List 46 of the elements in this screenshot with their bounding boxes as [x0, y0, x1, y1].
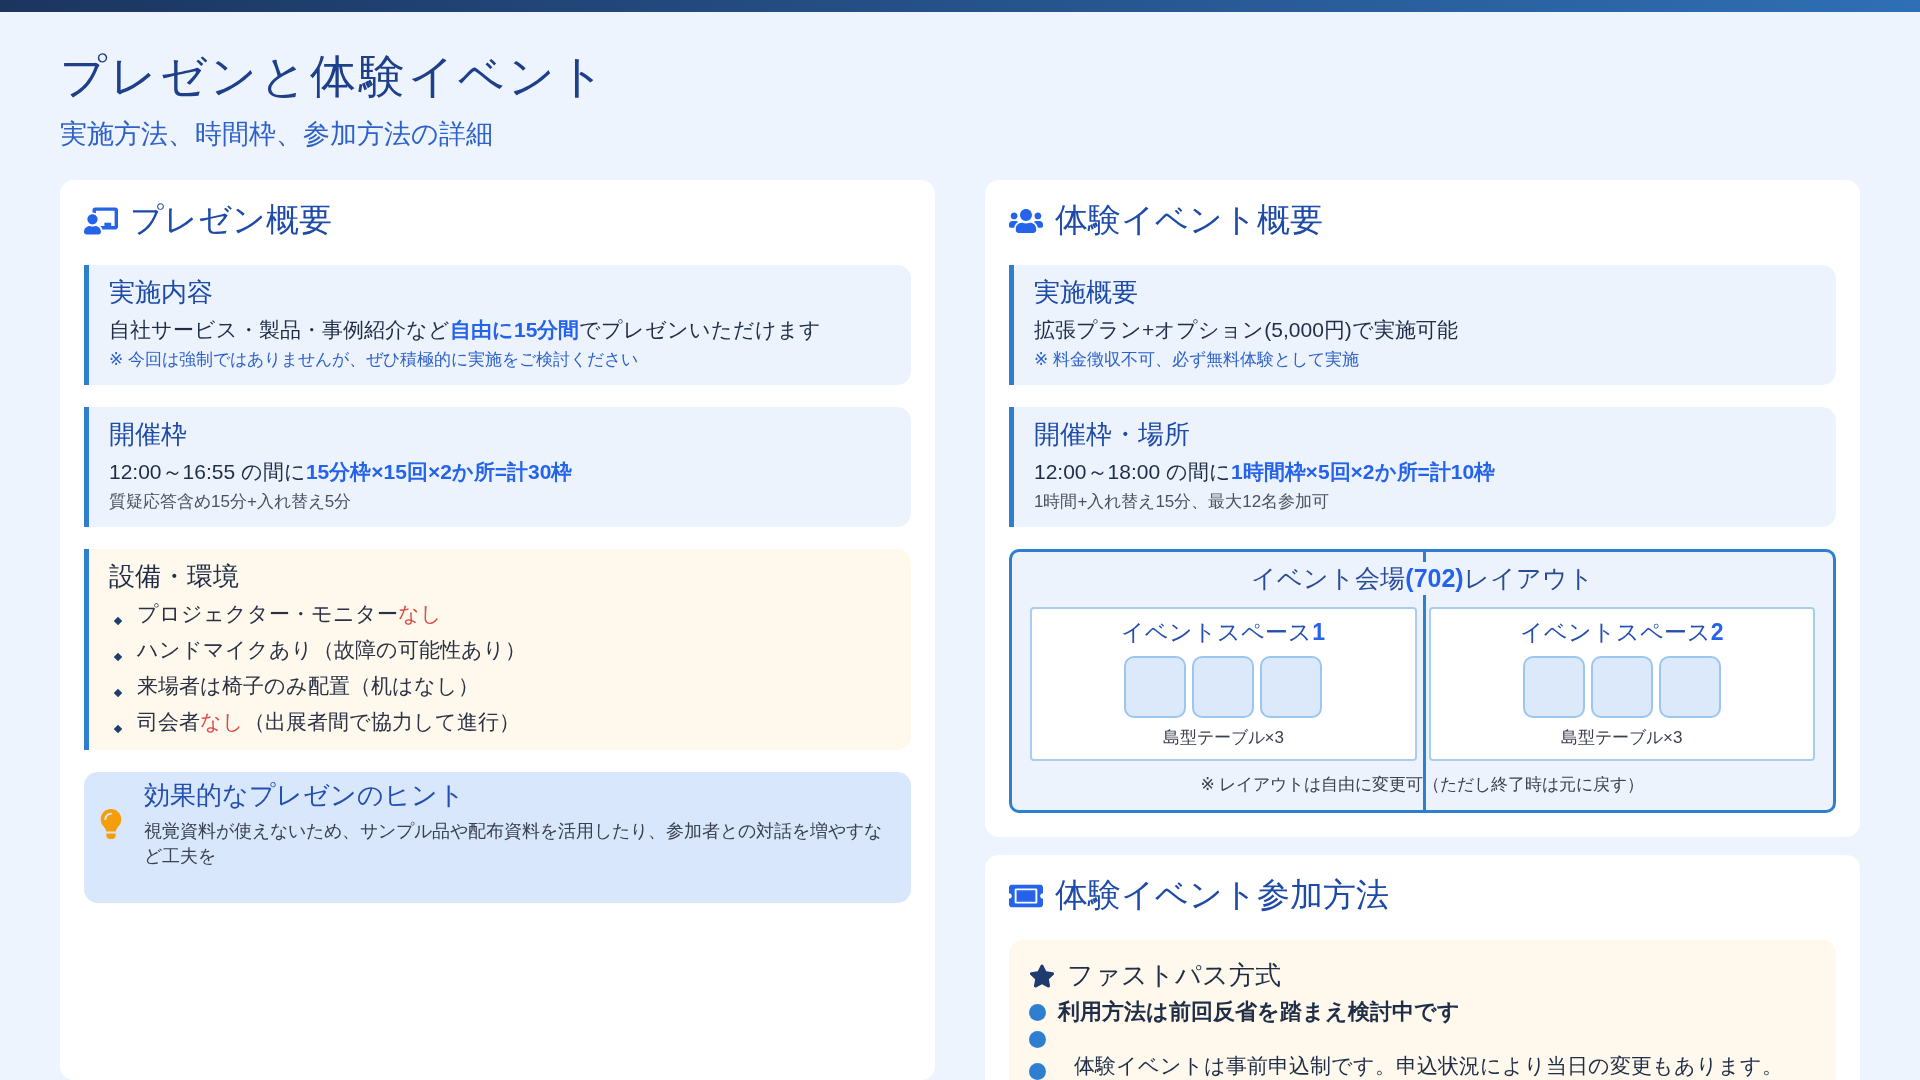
panel-text: 自社サービス・製品・事例紹介など自由に15分間でプレゼンいただけます	[109, 317, 823, 343]
method-text: 体験イベントは事前申込制です。申込状況により当日の変更もあります。	[1073, 1053, 1783, 1079]
space-name: イベントスペース2	[1519, 618, 1724, 647]
bullet-icon	[113, 616, 123, 626]
list-item: 司会者なし（出展者間で協力して進行）	[137, 709, 520, 735]
detail-text: 質疑応答含め15分+入れ替え5分	[109, 491, 353, 513]
panel-title: 開催枠	[109, 418, 188, 451]
card-heading: 体験イベント参加方法	[1055, 875, 1389, 915]
panel-title: 設備・環境	[109, 560, 240, 593]
table-caption: 島型テーブル×3	[1561, 727, 1683, 749]
panel-title: 実施内容	[109, 276, 214, 309]
bullet-icon	[1029, 1003, 1046, 1021]
list-item: プロジェクター・モニターなし	[137, 601, 442, 627]
method-title: ファストパス方式	[1067, 959, 1281, 992]
table-caption: 島型テーブル×3	[1162, 727, 1284, 749]
page-title: プレゼンと体験イベント	[60, 49, 609, 104]
panel-text: 拡張プラン+オプション(5,000円)で実施可能	[1034, 317, 1459, 343]
panel-text: 12:00～16:55 の間に15分枠×15回×2か所=計30枠	[109, 459, 574, 485]
table-shape	[1658, 656, 1721, 718]
hint-text: 視覚資料が使えないため、サンプル品や配布資料を活用したり、参加者との対話を増やすなど工夫を	[144, 820, 883, 869]
hint-title: 効果的なプレゼンのヒント	[144, 779, 466, 812]
method-text: 利用方法は前回反省を踏まえ検討中です	[1058, 998, 1460, 1026]
star-icon	[1029, 962, 1055, 989]
card-heading: プレゼン概要	[130, 200, 332, 240]
table-shape	[1192, 656, 1255, 718]
venue-note: ※ レイアウトは自由に変更可（ただし終了時は元に戻す）	[1200, 774, 1645, 796]
note-text: ※ 今回は強制ではありませんが、ぜひ積極的に実施をご検討ください	[109, 349, 639, 371]
bullet-icon	[113, 724, 123, 734]
bullet-icon	[113, 688, 123, 698]
bullet-icon	[113, 652, 123, 662]
bullet-icon	[1029, 1062, 1046, 1080]
panel-title: 実施概要	[1034, 276, 1139, 309]
list-item: 来場者は椅子のみ配置（机はなし）	[137, 673, 479, 699]
detail-text: 1時間+入れ替え15分、最大12名参加可	[1034, 491, 1331, 513]
table-shape	[1124, 656, 1187, 718]
panel-title: 開催枠・場所	[1034, 418, 1191, 451]
card-heading: 体験イベント概要	[1055, 200, 1323, 240]
table-shape	[1590, 656, 1653, 718]
note-text: ※ 料金徴収不可、必ず無料体験として実施	[1034, 349, 1360, 371]
space-name: イベントスペース1	[1121, 618, 1326, 647]
table-shape	[1522, 656, 1585, 718]
table-shape	[1260, 656, 1323, 718]
page-subtitle: 実施方法、時間枠、参加方法の詳細	[60, 118, 494, 151]
panel-text: 12:00～18:00 の間に1時間枠×5回×2か所=計10枠	[1034, 459, 1497, 485]
list-item: ハンドマイクあり（故障の可能性あり）	[137, 637, 526, 663]
bullet-icon	[1029, 1031, 1046, 1048]
